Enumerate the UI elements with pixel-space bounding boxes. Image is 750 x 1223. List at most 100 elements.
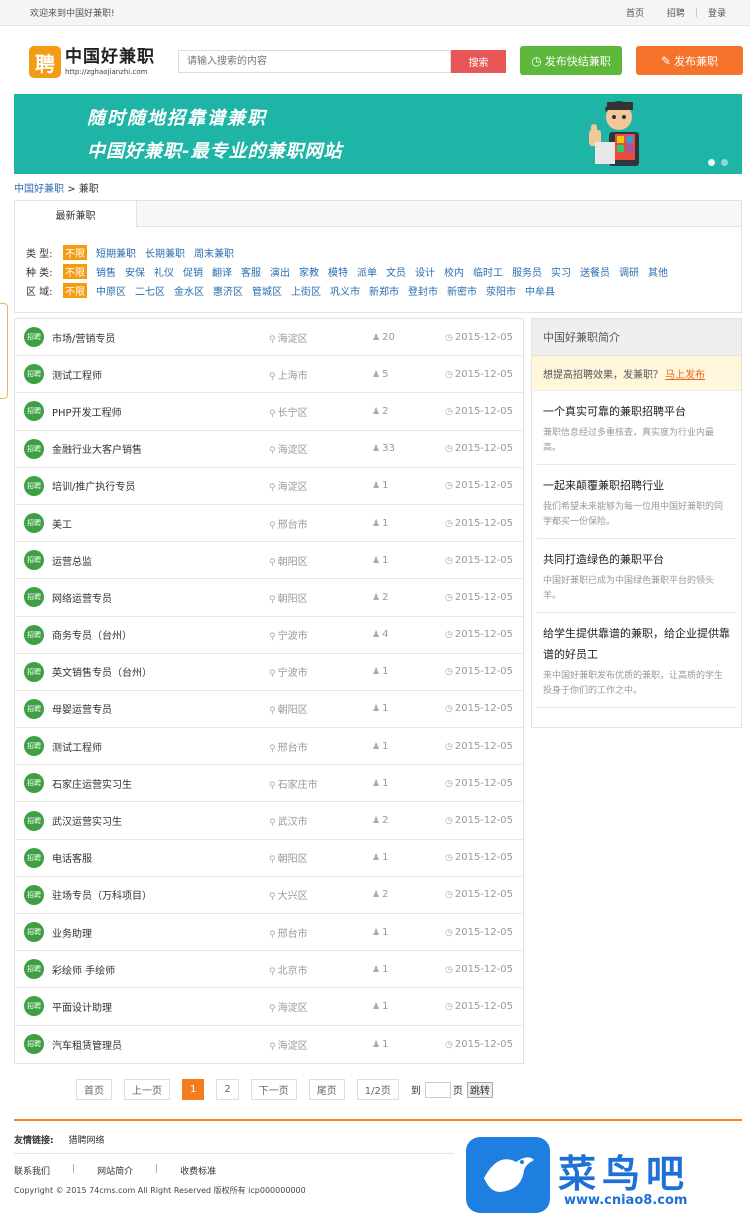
job-title[interactable]: 母婴运营专员: [52, 701, 112, 716]
filter-option[interactable]: 新郑市: [369, 283, 399, 298]
promo-post-link[interactable]: 马上发布: [665, 366, 705, 381]
footer-link-contact[interactable]: 联系我们: [14, 1164, 50, 1177]
job-title[interactable]: 电话客服: [52, 850, 92, 865]
filter-option[interactable]: 登封市: [408, 283, 438, 298]
breadcrumb-home[interactable]: 中国好兼职: [14, 184, 64, 195]
filter-option[interactable]: 不限: [63, 245, 87, 260]
filter-option[interactable]: 促销: [183, 264, 203, 279]
job-row[interactable]: 招聘 业务助理 ⚲ 邢台市 ♟ 1 ◷ 2015-12-05: [15, 914, 523, 952]
page-number-current[interactable]: 1: [182, 1079, 205, 1100]
filter-option[interactable]: 短期兼职: [96, 245, 136, 260]
job-row[interactable]: 招聘 驻场专员（万科项目） ⚲ 大兴区 ♟ 2 ◷ 2015-12-05: [15, 877, 523, 914]
job-title[interactable]: 武汉运营实习生: [52, 813, 122, 828]
job-title[interactable]: 英文销售专员（台州）: [52, 664, 152, 679]
job-row[interactable]: 招聘 金融行业大客户销售 ⚲ 海淀区 ♟ 33 ◷ 2015-12-05: [15, 431, 523, 468]
job-row[interactable]: 招聘 网络运营专员 ⚲ 朝阳区 ♟ 2 ◷ 2015-12-05: [15, 579, 523, 617]
job-row[interactable]: 招聘 石家庄运营实习生 ⚲ 石家庄市 ♟ 1 ◷ 2015-12-05: [15, 765, 523, 803]
job-row[interactable]: 招聘 美工 ⚲ 邢台市 ♟ 1 ◷ 2015-12-05: [15, 505, 523, 543]
job-row[interactable]: 招聘 彩绘师 手绘师 ⚲ 北京市 ♟ 1 ◷ 2015-12-05: [15, 951, 523, 989]
job-title[interactable]: 美工: [52, 516, 72, 531]
job-title[interactable]: 测试工程师: [52, 367, 102, 382]
footer-link-pricing[interactable]: 收费标准: [180, 1164, 216, 1177]
page-last[interactable]: 尾页: [308, 1079, 345, 1100]
top-link-login[interactable]: 登录: [708, 6, 726, 19]
filter-option[interactable]: 临时工: [473, 264, 503, 279]
job-title[interactable]: 商务专员（台州）: [52, 627, 132, 642]
filter-option[interactable]: 实习: [551, 264, 571, 279]
job-title[interactable]: 业务助理: [52, 925, 92, 940]
filter-option[interactable]: 中原区: [96, 283, 126, 298]
job-row[interactable]: 招聘 英文销售专员（台州） ⚲ 宁波市 ♟ 1 ◷ 2015-12-05: [15, 654, 523, 691]
job-title[interactable]: 测试工程师: [52, 739, 102, 754]
post-job-button[interactable]: ✎ 发布兼职: [636, 46, 743, 75]
filter-option[interactable]: 金水区: [174, 283, 204, 298]
filter-option[interactable]: 调研: [619, 264, 639, 279]
filter-option[interactable]: 翻译: [212, 264, 232, 279]
job-title[interactable]: 石家庄运营实习生: [52, 776, 132, 791]
floating-side-tab[interactable]: [0, 303, 8, 399]
job-title[interactable]: 彩绘师 手绘师: [52, 962, 115, 977]
site-logo[interactable]: 聘 中国好兼职 http://zghaojianzhi.com: [29, 44, 169, 80]
job-row[interactable]: 招聘 商务专员（台州） ⚲ 宁波市 ♟ 4 ◷ 2015-12-05: [15, 617, 523, 654]
filter-option[interactable]: 销售: [96, 264, 116, 279]
filter-option[interactable]: 演出: [270, 264, 290, 279]
job-title[interactable]: 培训/推广执行专员: [52, 478, 135, 493]
banner-carousel[interactable]: 随时随地招靠谱兼职 中国好兼职-最专业的兼职网站: [14, 94, 742, 174]
page-prev[interactable]: 上一页: [124, 1079, 170, 1100]
job-row[interactable]: 招聘 培训/推广执行专员 ⚲ 海淀区 ♟ 1 ◷ 2015-12-05: [15, 468, 523, 505]
filter-option[interactable]: 长期兼职: [145, 245, 185, 260]
filter-option[interactable]: 上街区: [291, 283, 321, 298]
page-first[interactable]: 首页: [76, 1079, 112, 1100]
filter-option[interactable]: 管城区: [252, 283, 282, 298]
filter-option[interactable]: 不限: [63, 283, 87, 298]
filter-option[interactable]: 送餐员: [580, 264, 610, 279]
job-row[interactable]: 招聘 测试工程师 ⚲ 上海市 ♟ 5 ◷ 2015-12-05: [15, 356, 523, 394]
job-row[interactable]: 招聘 母婴运营专员 ⚲ 朝阳区 ♟ 1 ◷ 2015-12-05: [15, 691, 523, 729]
job-row[interactable]: 招聘 汽车租赁管理员 ⚲ 海淀区 ♟ 1 ◷ 2015-12-05: [15, 1026, 523, 1063]
job-title[interactable]: 网络运营专员: [52, 590, 112, 605]
job-title[interactable]: 汽车租赁管理员: [52, 1037, 122, 1052]
footer-link-about[interactable]: 网站简介: [97, 1164, 133, 1177]
page-next[interactable]: 下一页: [250, 1079, 297, 1100]
filter-option[interactable]: 家教: [299, 264, 319, 279]
filter-option[interactable]: 设计: [415, 264, 435, 279]
filter-option[interactable]: 礼仪: [154, 264, 174, 279]
page-goto-button[interactable]: 跳转: [466, 1081, 493, 1098]
filter-option[interactable]: 服务员: [512, 264, 542, 279]
job-row[interactable]: 招聘 电话客服 ⚲ 朝阳区 ♟ 1 ◷ 2015-12-05: [15, 840, 523, 877]
friend-link[interactable]: 猎聘网络: [68, 1136, 104, 1146]
job-title[interactable]: 驻场专员（万科项目）: [52, 887, 152, 902]
filter-option[interactable]: 文员: [386, 264, 406, 279]
filter-option[interactable]: 校内: [444, 264, 464, 279]
job-title[interactable]: 平面设计助理: [52, 999, 112, 1014]
page-goto-input[interactable]: [424, 1081, 451, 1098]
job-row[interactable]: 招聘 PHP开发工程师 ⚲ 长宁区 ♟ 2 ◷ 2015-12-05: [15, 393, 523, 431]
filter-option[interactable]: 安保: [125, 264, 145, 279]
job-row[interactable]: 招聘 市场/营销专员 ⚲ 海淀区 ♟ 20 ◷ 2015-12-05: [15, 319, 523, 357]
carousel-dot-1[interactable]: [708, 159, 715, 166]
filter-option[interactable]: 派单: [357, 264, 377, 279]
filter-option[interactable]: 其他: [648, 264, 668, 279]
job-title[interactable]: 市场/营销专员: [52, 330, 115, 345]
filter-option[interactable]: 中牟县: [525, 283, 555, 298]
job-title[interactable]: 运营总监: [52, 553, 92, 568]
top-link-home[interactable]: 首页: [626, 6, 644, 19]
filter-option[interactable]: 客服: [241, 264, 261, 279]
filter-option[interactable]: 二七区: [135, 283, 165, 298]
job-title[interactable]: 金融行业大客户销售: [52, 441, 142, 456]
job-row[interactable]: 招聘 运营总监 ⚲ 朝阳区 ♟ 1 ◷ 2015-12-05: [15, 542, 523, 580]
filter-option[interactable]: 新密市: [447, 283, 477, 298]
job-row[interactable]: 招聘 平面设计助理 ⚲ 海淀区 ♟ 1 ◷ 2015-12-05: [15, 988, 523, 1026]
filter-option[interactable]: 惠济区: [213, 283, 243, 298]
job-row[interactable]: 招聘 测试工程师 ⚲ 邢台市 ♟ 1 ◷ 2015-12-05: [15, 728, 523, 766]
filter-option[interactable]: 不限: [63, 264, 87, 279]
page-number[interactable]: 2: [216, 1079, 239, 1100]
filter-option[interactable]: 巩义市: [330, 283, 360, 298]
job-title[interactable]: PHP开发工程师: [52, 404, 122, 419]
post-quick-job-button[interactable]: ◷ 发布快结兼职: [520, 46, 622, 75]
filter-option[interactable]: 荥阳市: [486, 283, 516, 298]
filter-option[interactable]: 模特: [328, 264, 348, 279]
filter-option[interactable]: 周末兼职: [194, 245, 234, 260]
carousel-dot-2[interactable]: [721, 159, 728, 166]
search-button[interactable]: 搜索: [451, 50, 506, 73]
